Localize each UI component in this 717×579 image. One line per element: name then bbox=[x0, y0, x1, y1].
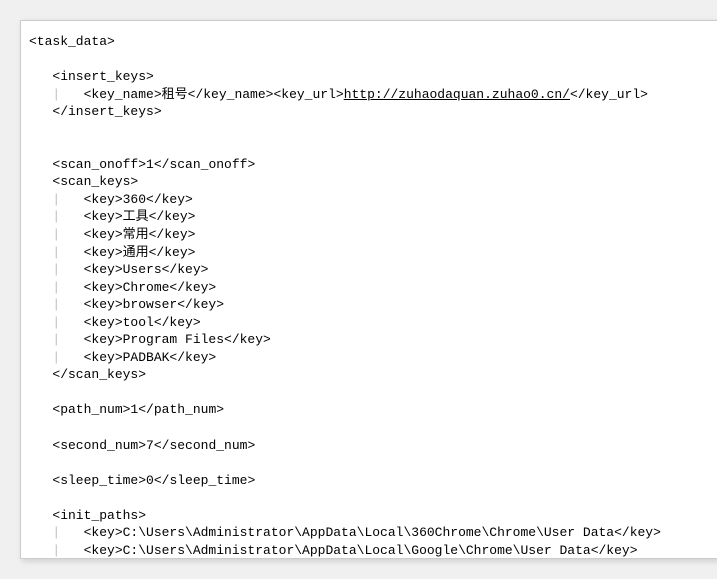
xml-root-open: <task_data> bbox=[29, 33, 717, 51]
scan-key-item: | <key>Program Files</key> bbox=[29, 331, 717, 349]
scan-key-item: | <key>PADBAK</key> bbox=[29, 349, 717, 367]
scan-key-item: | <key>常用</key> bbox=[29, 226, 717, 244]
insert-keys-close: </insert_keys> bbox=[29, 103, 717, 121]
code-viewer: <task_data> <insert_keys> | <key_name>租号… bbox=[20, 20, 717, 559]
blank-line bbox=[29, 138, 717, 156]
second-num: <second_num>7</second_num> bbox=[29, 437, 717, 455]
blank-line bbox=[29, 489, 717, 507]
init-path-item: | <key>C:\Users\Administrator\AppData\Lo… bbox=[29, 524, 717, 542]
scan-onoff: <scan_onoff>1</scan_onoff> bbox=[29, 156, 717, 174]
blank-line bbox=[29, 51, 717, 69]
scan-key-item: | <key>browser</key> bbox=[29, 296, 717, 314]
scan-key-item: | <key>tool</key> bbox=[29, 314, 717, 332]
scan-key-item: | <key>通用</key> bbox=[29, 244, 717, 262]
insert-keys-row: | <key_name>租号</key_name><key_url>http:/… bbox=[29, 86, 717, 104]
insert-keys-open: <insert_keys> bbox=[29, 68, 717, 86]
scan-key-item: | <key>工具</key> bbox=[29, 208, 717, 226]
scan-key-item: | <key>Users</key> bbox=[29, 261, 717, 279]
scan-key-item: | <key>360</key> bbox=[29, 191, 717, 209]
blank-line bbox=[29, 454, 717, 472]
key-url-link[interactable]: http://zuhaodaquan.zuhao0.cn/ bbox=[344, 87, 570, 102]
init-paths-open: <init_paths> bbox=[29, 507, 717, 525]
blank-line bbox=[29, 121, 717, 139]
scan-key-item: | <key>Chrome</key> bbox=[29, 279, 717, 297]
scan-keys-close: </scan_keys> bbox=[29, 366, 717, 384]
init-path-item: | <key>C:\Users\Administrator\AppData\Lo… bbox=[29, 542, 717, 559]
path-num: <path_num>1</path_num> bbox=[29, 401, 717, 419]
blank-line bbox=[29, 419, 717, 437]
blank-line bbox=[29, 384, 717, 402]
sleep-time: <sleep_time>0</sleep_time> bbox=[29, 472, 717, 490]
scan-keys-open: <scan_keys> bbox=[29, 173, 717, 191]
